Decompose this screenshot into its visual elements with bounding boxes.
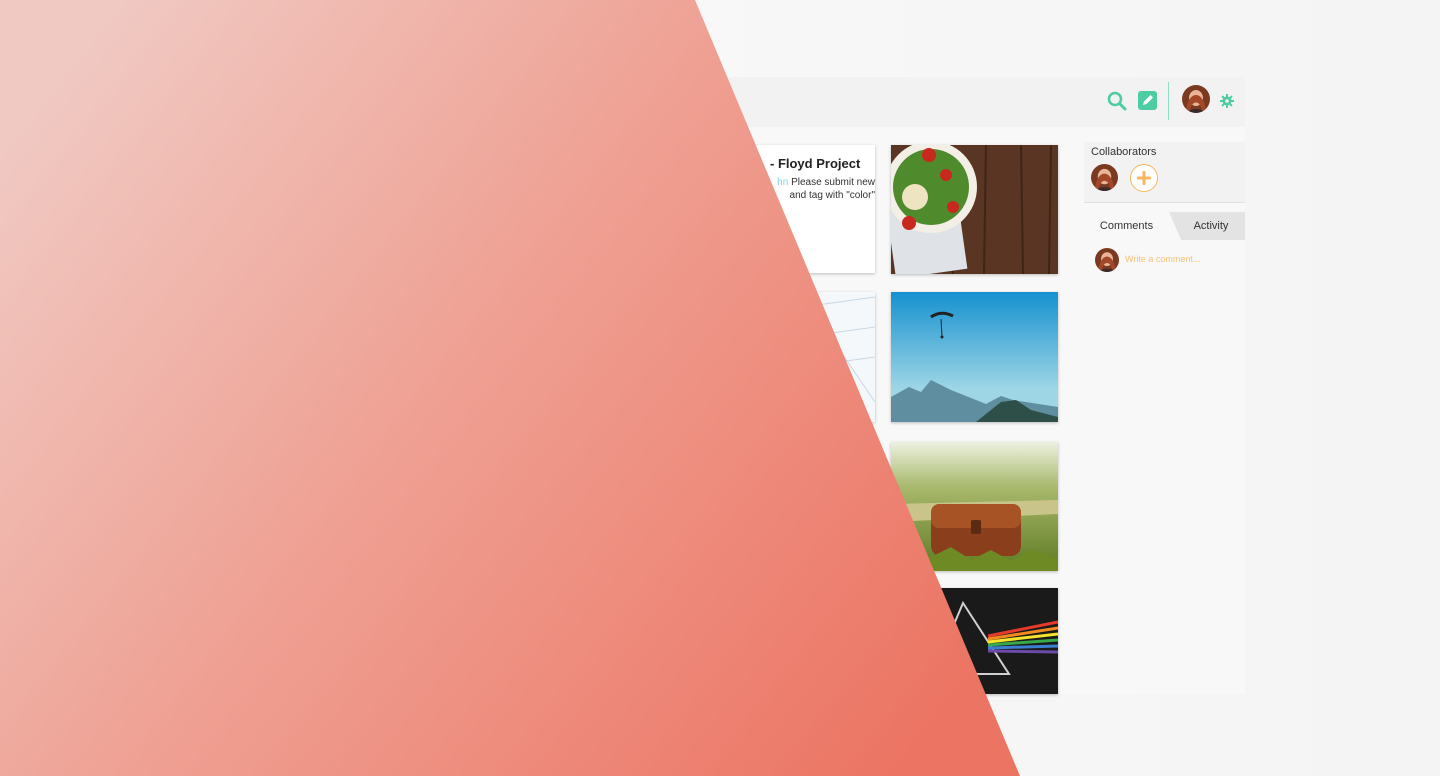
comments-activity-tabs: Comments Activity [1084,212,1245,240]
collaborators-panel: Collaborators [1084,142,1245,203]
user-mention[interactable]: hn [777,177,788,188]
tab-comments[interactable]: Comments [1084,212,1169,240]
header-divider [1168,82,1169,120]
collaborators-title: Collaborators [1091,146,1157,158]
plus-icon [1137,171,1151,185]
content-area: - Floyd Project hn Please submit new and… [0,127,1245,694]
leather-bag-field-image[interactable] [891,442,1058,571]
project-title: - Floyd Project [770,156,861,171]
user-avatar[interactable] [1182,85,1210,113]
wireframe-sketch [730,292,875,422]
project-message: hn Please submit new and tag with "color… [730,176,875,202]
paraglider-mountains-image[interactable] [891,292,1058,422]
comment-input[interactable] [1125,254,1235,264]
project-card[interactable]: - Floyd Project hn Please submit new and… [730,145,875,273]
comment-area [1084,240,1245,644]
search-icon[interactable] [1106,90,1128,112]
add-collaborator-button[interactable] [1130,164,1158,192]
tab-activity[interactable]: Activity [1169,212,1245,240]
prism-rainbow-image[interactable] [891,588,1058,694]
salad-image[interactable] [891,145,1058,274]
collaborator-avatar[interactable] [1091,164,1118,191]
commenter-avatar [1095,248,1119,272]
gear-icon[interactable] [1216,90,1238,112]
app-window: - Floyd Project hn Please submit new and… [0,77,1245,694]
message-line-1: Please submit new [791,177,875,188]
edit-icon[interactable] [1137,90,1159,112]
sketch-card[interactable] [730,292,875,422]
top-bar [0,77,1245,127]
message-line-2: and tag with "color" [789,190,875,201]
